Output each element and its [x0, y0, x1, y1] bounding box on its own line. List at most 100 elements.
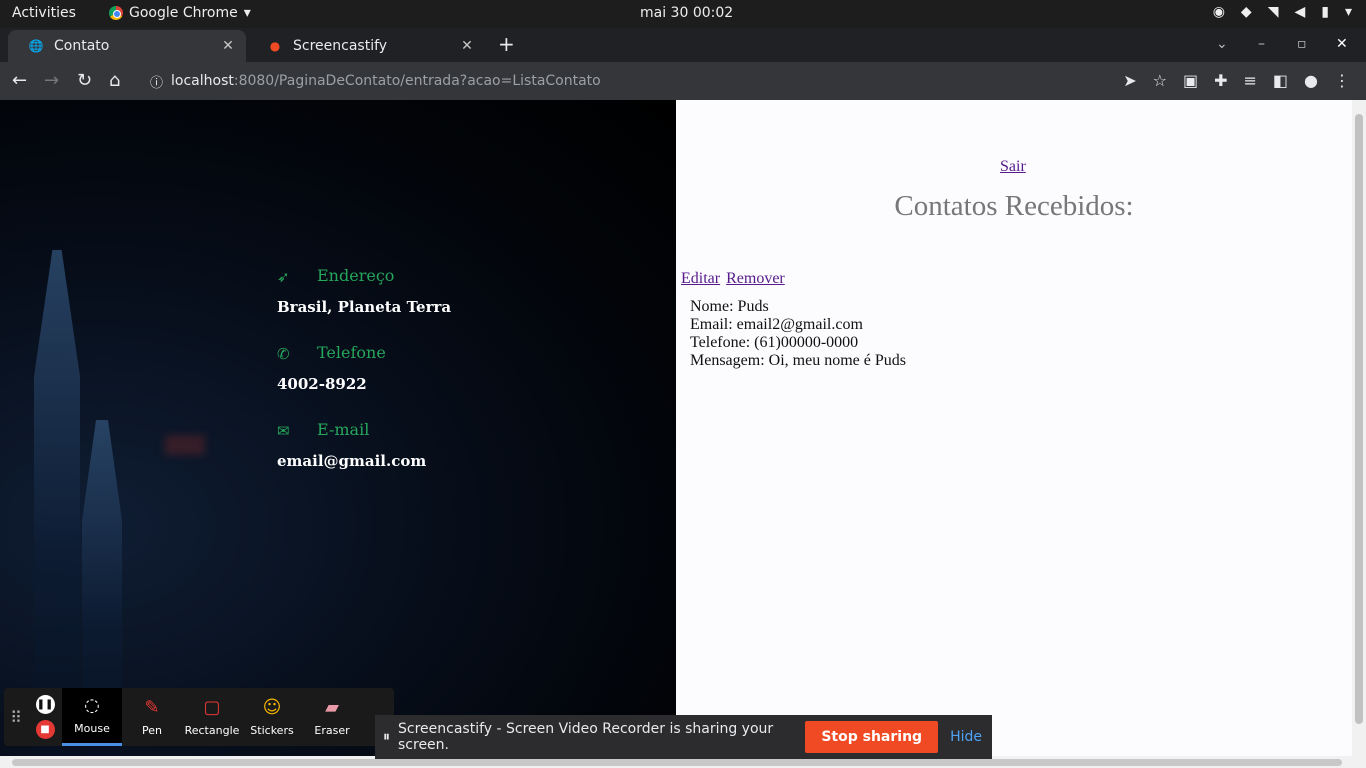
tool-label: Stickers	[250, 723, 294, 737]
envelope-icon: ✉	[277, 422, 290, 440]
wifi-icon[interactable]: ◥	[1268, 4, 1279, 20]
system-top-bar: Activities Google Chrome ▾ mai 30 00:02 …	[0, 0, 1366, 28]
contact-actions: Editar Remover	[681, 270, 787, 288]
phone-icon: ✆	[277, 345, 290, 363]
tab-search-button[interactable]: ⌄	[1216, 36, 1228, 52]
scrollbar-thumb[interactable]	[12, 759, 1342, 766]
chrome-icon	[109, 6, 123, 20]
toolbar-actions: ➤ ☆ ▣ ✚ ≡ ◧ ● ⋮	[1123, 71, 1350, 90]
address-block: ➶ Endereço Brasil, Planeta Terra	[277, 266, 451, 316]
vertical-scrollbar[interactable]	[1352, 100, 1366, 756]
teams-icon[interactable]: ◆	[1241, 4, 1252, 20]
tab-strip: 🌐 Contato ✕ ● Screencastify ✕ + ⌄ – ▫ ✕	[0, 28, 1366, 62]
pause-icon[interactable]: ❚❚	[35, 695, 55, 714]
page-title: Contatos Recebidos:	[894, 190, 1134, 222]
recording-controls: ❚❚ ■	[28, 688, 62, 746]
bookmark-star-icon[interactable]: ☆	[1153, 71, 1167, 90]
screen-share-bar: ⏸ Screencastify - Screen Video Recorder …	[375, 715, 992, 759]
tab-title: Screencastify	[293, 38, 388, 54]
browser-toolbar: ← → ↻ ⌂ ⓘ localhost :8080/PaginaDeContat…	[0, 62, 1366, 100]
tool-mouse[interactable]: ◌ Mouse	[62, 688, 122, 746]
tool-label: Eraser	[314, 723, 350, 737]
contact-phone: Telefone: (61)00000-0000	[690, 334, 859, 351]
rectangle-icon: ▢	[203, 696, 221, 718]
tab-contato[interactable]: 🌐 Contato ✕	[8, 30, 246, 62]
battery-icon[interactable]: ▮	[1321, 4, 1329, 20]
chevron-down-icon[interactable]: ▾	[1345, 4, 1352, 20]
stop-record-icon[interactable]: ■	[35, 720, 55, 739]
menu-kebab-icon[interactable]: ⋮	[1334, 71, 1350, 90]
globe-icon: 🌐	[28, 39, 44, 53]
logout-link[interactable]: Sair	[1000, 158, 1026, 176]
side-panel-icon[interactable]: ◧	[1273, 71, 1288, 90]
close-window-button[interactable]: ✕	[1336, 36, 1348, 52]
background-city-image	[165, 435, 205, 455]
tab-screencastify[interactable]: ● Screencastify ✕	[247, 30, 485, 62]
phone-label: ✆ Telefone	[277, 343, 386, 363]
eraser-icon: ▰	[325, 696, 339, 718]
profile-avatar[interactable]: ●	[1304, 71, 1318, 90]
close-icon[interactable]: ✕	[220, 38, 236, 54]
contact-message: Mensagem: Oi, meu nome é Puds	[690, 352, 906, 369]
url-host: localhost	[171, 73, 234, 89]
media-icon[interactable]: ≡	[1244, 71, 1257, 90]
screencastify-toolbar: ⠿ ❚❚ ■ ◌ Mouse ✎ Pen ▢ Rectangle ☺ Stick…	[4, 688, 394, 746]
address-label-text: Endereço	[317, 266, 395, 285]
pen-icon: ✎	[144, 696, 160, 718]
remove-link[interactable]: Remover	[726, 270, 785, 287]
url-path: :8080/PaginaDeContato/entrada?acao=Lista…	[233, 73, 601, 89]
tool-pen[interactable]: ✎ Pen	[122, 688, 182, 746]
mouse-cursor-icon: ◌	[84, 695, 100, 716]
app-menu[interactable]: Google Chrome ▾	[109, 5, 251, 21]
email-value: email@gmail.com	[277, 452, 427, 470]
send-icon[interactable]: ➤	[1123, 71, 1136, 90]
tool-eraser[interactable]: ▰ Eraser	[302, 688, 362, 746]
close-icon[interactable]: ✕	[459, 38, 475, 54]
contact-entry: Nome: Puds Email: email2@gmail.com Telef…	[690, 298, 906, 370]
extension-m-icon[interactable]: ▣	[1183, 71, 1198, 90]
maximize-button[interactable]: ▫	[1297, 36, 1307, 52]
tab-title: Contato	[54, 38, 110, 54]
discord-icon[interactable]: ◉	[1213, 4, 1225, 20]
extensions-puzzle-icon[interactable]: ✚	[1214, 71, 1227, 90]
new-tab-button[interactable]: +	[498, 32, 515, 56]
tool-label: Rectangle	[184, 723, 240, 737]
screencastify-icon: ●	[269, 39, 281, 53]
app-menu-label: Google Chrome	[129, 5, 238, 21]
back-button[interactable]: ←	[12, 70, 27, 91]
phone-label-text: Telefone	[317, 343, 386, 362]
phone-block: ✆ Telefone 4002-8922	[277, 343, 386, 393]
contact-info-panel: ➶ Endereço Brasil, Planeta Terra ✆ Telef…	[0, 100, 676, 756]
share-message: Screencastify - Screen Video Recorder is…	[398, 721, 774, 753]
contacts-panel: Sair Contatos Recebidos: Editar Remover …	[676, 100, 1352, 756]
navigation-arrow-icon: ➶	[277, 268, 290, 286]
stop-sharing-button[interactable]: Stop sharing	[805, 721, 939, 753]
page-viewport: ➶ Endereço Brasil, Planeta Terra ✆ Telef…	[0, 100, 1366, 756]
address-value: Brasil, Planeta Terra	[277, 298, 452, 316]
tool-rectangle[interactable]: ▢ Rectangle	[182, 688, 242, 746]
smiley-icon: ☺	[262, 696, 282, 718]
system-tray[interactable]: ◉ ◆ ◥ ◀ ▮ ▾	[1213, 4, 1352, 20]
clock[interactable]: mai 30 00:02	[640, 5, 733, 21]
pause-icon: ⏸	[383, 729, 390, 745]
minimize-button[interactable]: –	[1258, 36, 1265, 52]
contact-name: Nome: Puds	[690, 298, 769, 315]
activities-button[interactable]: Activities	[12, 5, 76, 21]
address-bar[interactable]: ⓘ localhost :8080/PaginaDeContato/entrad…	[138, 66, 1160, 96]
email-label: ✉ E-mail	[277, 420, 426, 440]
tool-stickers[interactable]: ☺ Stickers	[242, 688, 302, 746]
home-button[interactable]: ⌂	[109, 70, 120, 91]
scrollbar-thumb[interactable]	[1355, 114, 1363, 724]
hide-button[interactable]: Hide	[950, 729, 982, 745]
volume-icon[interactable]: ◀	[1294, 4, 1305, 20]
tool-label: Pen	[142, 723, 162, 737]
info-icon[interactable]: ⓘ	[150, 72, 163, 91]
reload-button[interactable]: ↻	[77, 70, 92, 91]
chevron-down-icon: ▾	[243, 5, 251, 21]
drag-handle-icon[interactable]: ⠿	[4, 688, 28, 746]
forward-button[interactable]: →	[44, 70, 59, 91]
email-label-text: E-mail	[317, 420, 370, 439]
contact-email: Email: email2@gmail.com	[690, 316, 863, 333]
email-block: ✉ E-mail email@gmail.com	[277, 420, 426, 470]
edit-link[interactable]: Editar	[681, 270, 720, 287]
